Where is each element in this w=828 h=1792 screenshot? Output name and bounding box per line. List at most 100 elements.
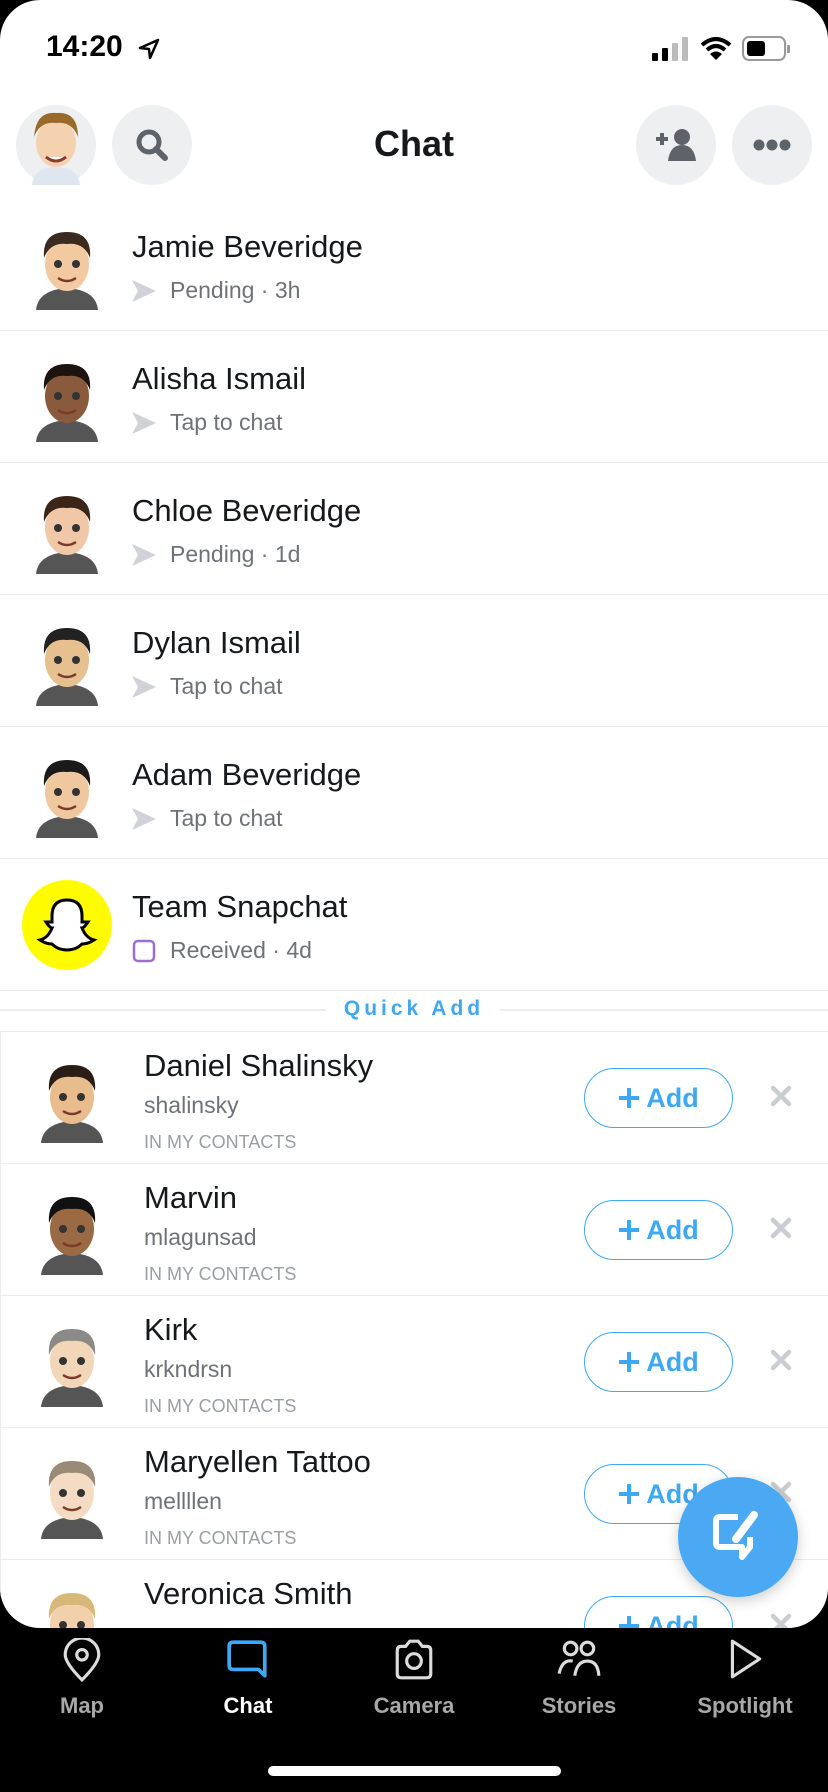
chat-list-item[interactable]: Alisha Ismail Tap to chat <box>0 331 828 463</box>
chat-status: Tap to chat <box>132 409 283 436</box>
quick-add-title: Quick Add <box>343 997 485 1020</box>
chat-bubble-icon <box>227 1640 267 1678</box>
quick-add-name: Kirk <box>144 1312 198 1347</box>
chat-list-item[interactable]: Jamie Beveridge Pending · 3h <box>0 199 828 331</box>
dismiss-close-icon[interactable] <box>767 1214 795 1242</box>
sent-arrow-icon <box>132 675 156 698</box>
chat-status: Tap to chat <box>132 673 283 700</box>
quick-add-name: Daniel Shalinsky <box>144 1048 374 1083</box>
quick-add-item[interactable]: Kirk krkndrsn IN MY CONTACTS Add <box>0 1295 828 1427</box>
add-friend-button[interactable]: Add <box>584 1200 733 1260</box>
chat-list-item[interactable]: Dylan Ismail Tap to chat <box>0 595 828 727</box>
quick-add-name: Marvin <box>144 1180 238 1215</box>
quick-add-tag: IN MY CONTACTS <box>144 1264 297 1284</box>
quick-add-item[interactable]: Marvin mlagunsad IN MY CONTACTS Add <box>0 1163 828 1295</box>
status-text: Tap to chat <box>170 805 283 831</box>
quick-add-username: mlagunsad <box>144 1224 257 1250</box>
add-friend-button[interactable]: Add <box>584 1596 733 1628</box>
chat-list-item[interactable]: Team Snapchat Received · 4d <box>0 859 828 991</box>
quick-add-header: Quick Add <box>0 995 828 1025</box>
chat-name: Team Snapchat <box>132 889 348 924</box>
chat-status: Tap to chat <box>132 805 283 832</box>
avatar[interactable] <box>27 1581 117 1628</box>
stories-icon <box>557 1640 601 1676</box>
signal-icon <box>652 37 688 61</box>
plus-icon <box>619 1352 640 1372</box>
chat-name: Adam Beveridge <box>132 757 362 792</box>
avatar[interactable] <box>27 1053 117 1143</box>
avatar[interactable] <box>22 616 112 706</box>
avatar[interactable] <box>22 352 112 442</box>
status-time: 1d <box>274 541 301 567</box>
plus-icon <box>619 1220 640 1240</box>
chat-status: Received · 4d <box>132 937 312 964</box>
battery-icon <box>742 36 790 61</box>
quick-add-tag: IN MY CONTACTS <box>144 1528 297 1548</box>
status-bar: 14:20 <box>0 0 828 100</box>
camera-icon <box>395 1639 433 1680</box>
status-time: 3h <box>274 277 301 303</box>
nav-tab-stories[interactable]: Stories <box>509 1638 649 1719</box>
nav-label: Stories <box>541 1693 617 1718</box>
chat-name: Jamie Beveridge <box>132 229 363 264</box>
nav-tab-chat[interactable]: Chat <box>178 1638 318 1719</box>
plus-icon <box>619 1616 640 1628</box>
home-indicator <box>268 1766 561 1776</box>
quick-add-name: Maryellen Tattoo <box>144 1444 371 1479</box>
status-time: 4d <box>286 937 312 963</box>
sent-arrow-icon <box>132 807 156 830</box>
avatar[interactable] <box>22 748 112 838</box>
nav-label: Camera <box>373 1693 455 1718</box>
chat-name: Alisha Ismail <box>132 361 306 396</box>
new-chat-button[interactable] <box>678 1477 798 1597</box>
quick-add-username: mellllen <box>144 1488 222 1514</box>
quick-add-username: shalinsky <box>144 1092 239 1118</box>
add-friend-icon <box>656 129 696 161</box>
quick-add-name: Veronica Smith <box>144 1576 353 1611</box>
header: Chat <box>0 105 828 185</box>
plus-icon <box>619 1088 640 1108</box>
add-label: Add <box>646 1346 699 1377</box>
add-friend-button[interactable] <box>636 105 716 185</box>
plus-icon <box>619 1484 640 1504</box>
wifi-icon <box>700 37 732 60</box>
nav-tab-camera[interactable]: Camera <box>344 1638 484 1719</box>
nav-tab-map[interactable]: Map <box>12 1636 152 1719</box>
sent-arrow-icon <box>132 279 156 302</box>
status-text: Tap to chat <box>170 409 283 435</box>
spotlight-play-icon <box>730 1639 762 1679</box>
nav-label: Map <box>60 1693 104 1718</box>
chat-list-item[interactable]: Chloe Beveridge Pending · 1d <box>0 463 828 595</box>
add-friend-button[interactable]: Add <box>584 1332 733 1392</box>
avatar[interactable] <box>22 880 112 970</box>
status-text: Tap to chat <box>170 673 283 699</box>
more-options-button[interactable] <box>732 105 812 185</box>
status-text: Received <box>170 937 266 963</box>
received-square-icon <box>132 939 156 962</box>
dismiss-close-icon[interactable] <box>767 1082 795 1110</box>
nav-label: Spotlight <box>697 1693 793 1718</box>
quick-add-item[interactable]: Daniel Shalinsky shalinsky IN MY CONTACT… <box>0 1031 828 1163</box>
dismiss-close-icon[interactable] <box>767 1610 795 1628</box>
dismiss-close-icon[interactable] <box>767 1346 795 1374</box>
new-chat-icon <box>713 1511 758 1560</box>
nav-tab-spotlight[interactable]: Spotlight <box>675 1638 815 1719</box>
avatar[interactable] <box>22 484 112 574</box>
avatar[interactable] <box>22 220 112 310</box>
chat-status: Pending · 3h <box>132 277 300 304</box>
chat-list-item[interactable]: Adam Beveridge Tap to chat <box>0 727 828 859</box>
quick-add-username: krkndrsn <box>144 1356 233 1382</box>
avatar[interactable] <box>27 1317 117 1407</box>
sent-arrow-icon <box>132 411 156 434</box>
chat-screen: 14:20 Chat Jamie Beveridge Pending · 3h … <box>0 0 828 1628</box>
add-friend-button[interactable]: Add <box>584 1068 733 1128</box>
avatar[interactable] <box>27 1185 117 1275</box>
map-pin-icon <box>63 1636 101 1683</box>
status-time: 14:20 <box>46 30 123 63</box>
add-label: Add <box>646 1214 699 1245</box>
avatar[interactable] <box>27 1449 117 1539</box>
location-arrow-icon <box>138 38 160 60</box>
nav-label: Chat <box>223 1693 273 1718</box>
chat-status: Pending · 1d <box>132 541 300 568</box>
add-label: Add <box>646 1082 699 1113</box>
